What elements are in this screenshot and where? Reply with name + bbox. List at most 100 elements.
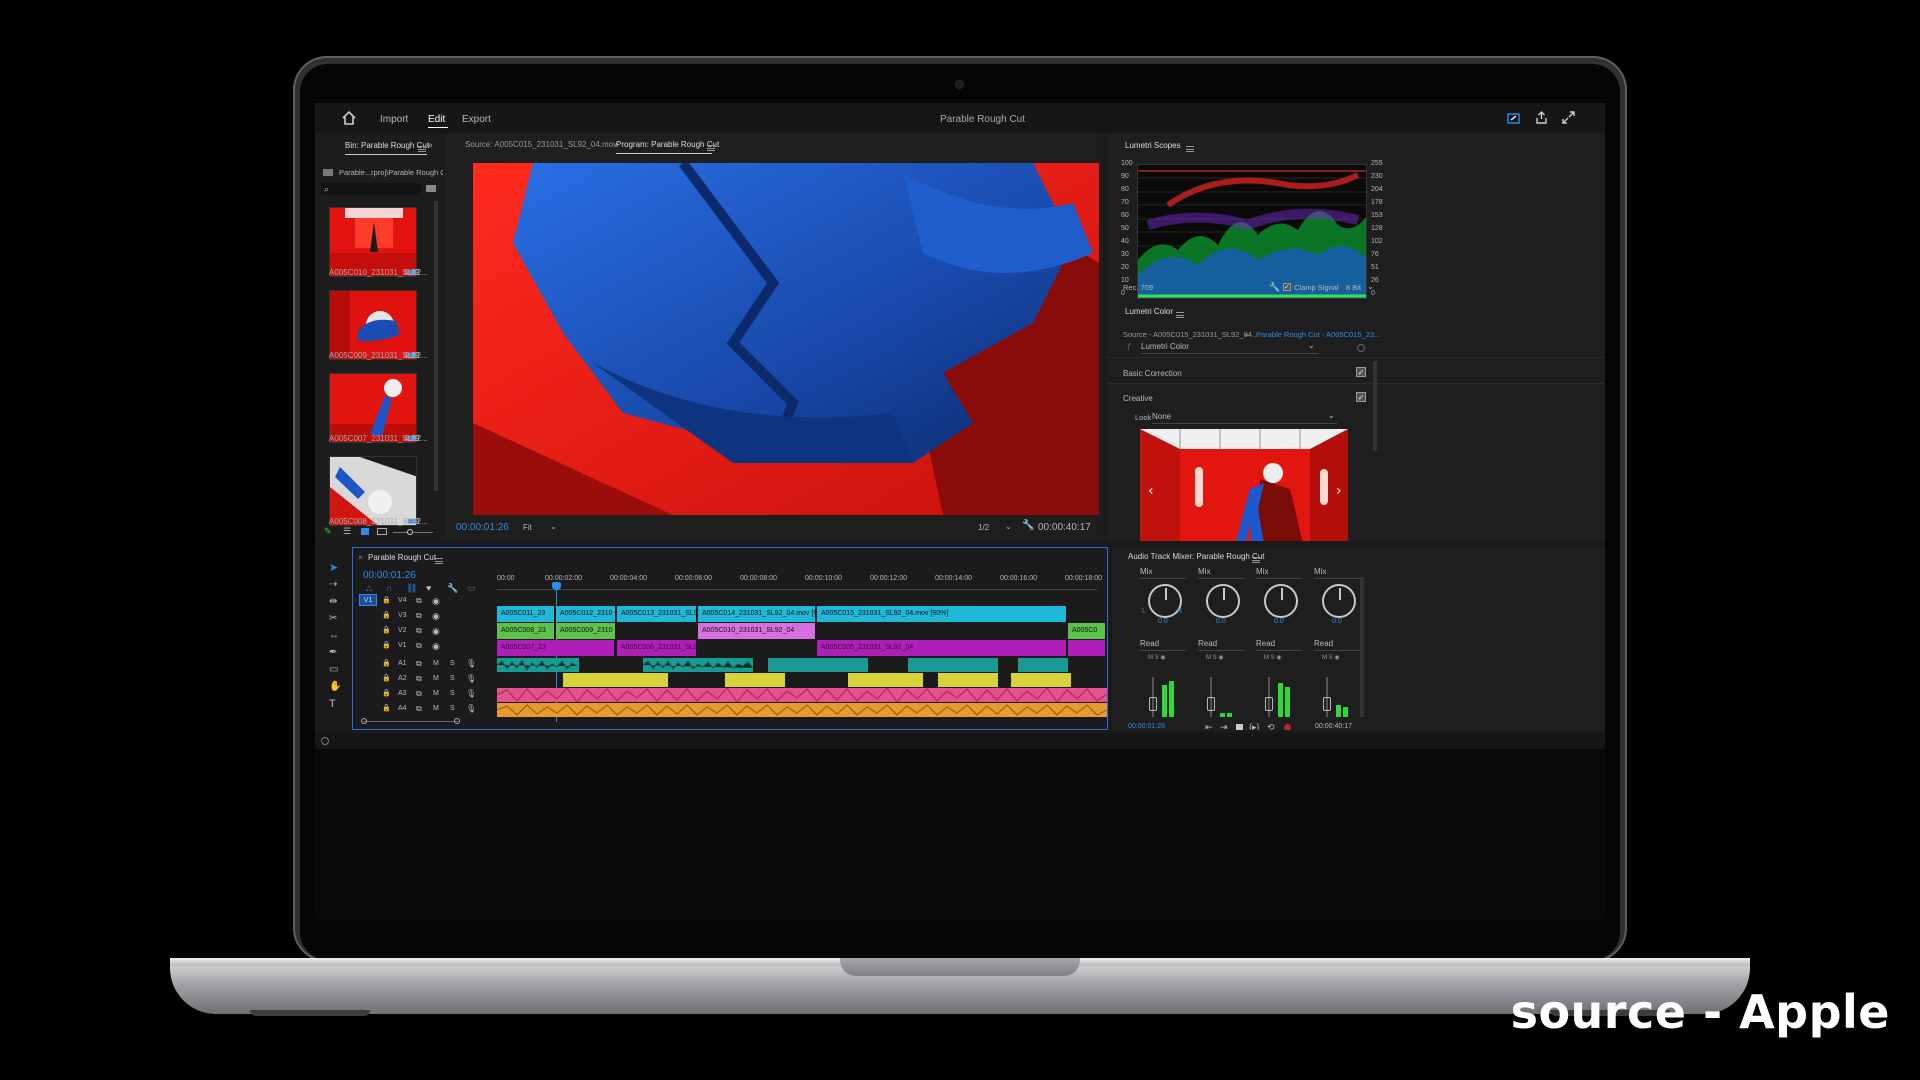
timeline-menu-icon[interactable] bbox=[435, 557, 443, 564]
rectangle-tool-icon[interactable]: ▭ bbox=[329, 664, 338, 676]
close-icon[interactable]: × bbox=[358, 553, 363, 562]
linked-selection-icon[interactable]: ⛓ bbox=[406, 582, 417, 594]
track-label[interactable]: V3 bbox=[398, 612, 407, 619]
sync-lock-icon[interactable]: ⧉ bbox=[416, 688, 422, 700]
eye-icon[interactable]: ◉ bbox=[432, 610, 440, 622]
new-bin-icon[interactable] bbox=[426, 185, 436, 192]
pan-knob[interactable] bbox=[1322, 584, 1356, 618]
lumetri-scrollbar[interactable] bbox=[1373, 361, 1377, 451]
pan-value[interactable]: 0.0 bbox=[1216, 618, 1226, 625]
lock-icon[interactable]: 🔒 bbox=[382, 595, 391, 607]
share-icon[interactable] bbox=[1535, 111, 1548, 124]
msr-buttons[interactable]: M S ◉ bbox=[1264, 654, 1282, 661]
hand-tool-icon[interactable]: ✋ bbox=[329, 681, 341, 693]
pan-value[interactable]: 0.0 bbox=[1158, 618, 1168, 625]
timeline-clip[interactable]: A005C010_231031_SL92_04 bbox=[698, 623, 816, 639]
sync-lock-icon[interactable]: ⧉ bbox=[416, 640, 422, 652]
record-icon[interactable] bbox=[1284, 724, 1291, 730]
creative-label[interactable]: Creative bbox=[1123, 394, 1153, 403]
reset-icon[interactable] bbox=[1357, 344, 1365, 352]
lumetri-menu-icon[interactable] bbox=[1176, 311, 1184, 318]
zoom-slider-handle[interactable] bbox=[407, 529, 413, 535]
fader-handle[interactable] bbox=[1323, 697, 1331, 711]
stop-icon[interactable] bbox=[1236, 724, 1243, 730]
bin-menu-icon[interactable] bbox=[418, 145, 426, 152]
go-to-in-icon[interactable]: ⇤ bbox=[1205, 721, 1213, 730]
mixer-mode-dropdown[interactable]: Mix bbox=[1314, 567, 1360, 579]
microphone-icon[interactable]: 🎙 bbox=[466, 658, 476, 670]
bin-thumbnail[interactable] bbox=[329, 456, 417, 526]
mixer-mode-dropdown[interactable]: Mix bbox=[1198, 567, 1244, 579]
fit-dropdown[interactable]: Fit bbox=[523, 523, 532, 532]
clamp-checkbox[interactable]: ✓ bbox=[1283, 283, 1291, 291]
play-in-out-icon[interactable]: {▸} bbox=[1249, 721, 1260, 730]
selection-tool-icon[interactable]: ➤ bbox=[329, 562, 338, 574]
creative-checkbox[interactable]: ✓ bbox=[1356, 392, 1366, 402]
solo-icon[interactable]: S bbox=[450, 688, 455, 700]
bin-scrollbar[interactable] bbox=[434, 201, 438, 491]
lock-icon[interactable]: 🔒 bbox=[382, 640, 391, 652]
nest-icon[interactable]: ⛬ bbox=[366, 582, 372, 594]
lumetri-title[interactable]: Lumetri Color bbox=[1125, 307, 1173, 316]
add-marker-icon[interactable]: ♥ bbox=[426, 582, 431, 594]
track-label[interactable]: A1 bbox=[398, 660, 407, 667]
resolution-dropdown[interactable]: 1/2 bbox=[978, 523, 989, 532]
eye-icon[interactable]: ◉ bbox=[432, 640, 440, 652]
track-label[interactable]: V4 bbox=[398, 597, 407, 604]
sync-lock-icon[interactable]: ⧉ bbox=[416, 673, 422, 685]
track-label[interactable]: A3 bbox=[398, 690, 407, 697]
loop-icon[interactable]: ⟲ bbox=[1267, 721, 1275, 730]
scopes-menu-icon[interactable] bbox=[1186, 145, 1194, 152]
sync-lock-icon[interactable]: ⧉ bbox=[416, 610, 422, 622]
automation-dropdown[interactable]: Read bbox=[1256, 639, 1302, 651]
mixer-menu-icon[interactable] bbox=[1252, 556, 1260, 563]
timeline-zoom-scrollbar[interactable] bbox=[363, 721, 458, 722]
captions-icon[interactable]: ▭ bbox=[467, 582, 476, 594]
pan-knob[interactable] bbox=[1206, 584, 1240, 618]
program-timecode[interactable]: 00:00:01:26 bbox=[456, 522, 509, 533]
mute-icon[interactable]: M bbox=[433, 688, 439, 700]
solo-icon[interactable]: S bbox=[450, 703, 455, 715]
basic-correction-label[interactable]: Basic Correction bbox=[1123, 369, 1182, 378]
timeline-clip[interactable]: A005C006_231031_SL92 bbox=[617, 640, 697, 656]
eye-icon[interactable]: ◉ bbox=[432, 595, 440, 607]
home-icon[interactable] bbox=[342, 111, 356, 125]
timeline-clip[interactable] bbox=[1068, 640, 1106, 656]
fader-handle[interactable] bbox=[1207, 697, 1215, 711]
mixer-scrollbar[interactable] bbox=[1360, 577, 1364, 717]
bin-search-input[interactable] bbox=[321, 183, 421, 195]
eye-icon[interactable]: ◉ bbox=[432, 625, 440, 637]
wrench-icon[interactable]: 🔧 bbox=[1022, 520, 1034, 532]
bin-thumbnail[interactable] bbox=[329, 207, 417, 277]
sync-lock-icon[interactable]: ⧉ bbox=[416, 625, 422, 637]
mixer-title[interactable]: Audio Track Mixer: Parable Rough Cut bbox=[1128, 552, 1265, 561]
msr-buttons[interactable]: M S ◉ bbox=[1148, 654, 1166, 661]
fader-handle[interactable] bbox=[1149, 697, 1157, 711]
timeline-clip[interactable]: A005C011_23 bbox=[497, 606, 555, 622]
scrollbar-handle[interactable] bbox=[361, 718, 367, 724]
panel-overflow-icon[interactable]: » bbox=[427, 140, 433, 152]
automation-dropdown[interactable]: Read bbox=[1140, 639, 1186, 651]
scopes-title[interactable]: Lumetri Scopes bbox=[1125, 141, 1181, 150]
track-label[interactable]: A2 bbox=[398, 675, 407, 682]
lumetri-preset-dropdown[interactable]: Lumetri Color bbox=[1141, 342, 1319, 354]
timeline-clip[interactable]: A005C005_231031_SL92_04 bbox=[817, 640, 1067, 656]
sync-lock-icon[interactable]: ⧉ bbox=[416, 595, 422, 607]
slip-tool-icon[interactable]: ↔ bbox=[329, 630, 339, 642]
bin-thumbnail[interactable] bbox=[329, 290, 417, 360]
timeline-clip[interactable]: A005C009_2310 bbox=[556, 623, 616, 639]
scrollbar-handle[interactable] bbox=[454, 718, 460, 724]
mute-icon[interactable]: M bbox=[433, 658, 439, 670]
nav-export[interactable]: Export bbox=[462, 114, 491, 125]
lock-icon[interactable]: 🔒 bbox=[382, 688, 391, 700]
lock-icon[interactable]: 🔒 bbox=[382, 658, 391, 670]
lock-icon[interactable]: 🔒 bbox=[382, 703, 391, 715]
pencil-icon[interactable]: ✎ bbox=[324, 525, 332, 537]
snap-icon[interactable]: ∩ bbox=[386, 582, 392, 594]
fullscreen-icon[interactable] bbox=[1562, 111, 1575, 124]
fader-handle[interactable] bbox=[1265, 697, 1273, 711]
track-select-tool-icon[interactable]: ⇢ bbox=[329, 579, 337, 591]
nav-import[interactable]: Import bbox=[380, 114, 408, 125]
ripple-edit-tool-icon[interactable]: ⇹ bbox=[329, 596, 337, 608]
timeline-timecode[interactable]: 00:00:01:26 bbox=[363, 570, 416, 581]
